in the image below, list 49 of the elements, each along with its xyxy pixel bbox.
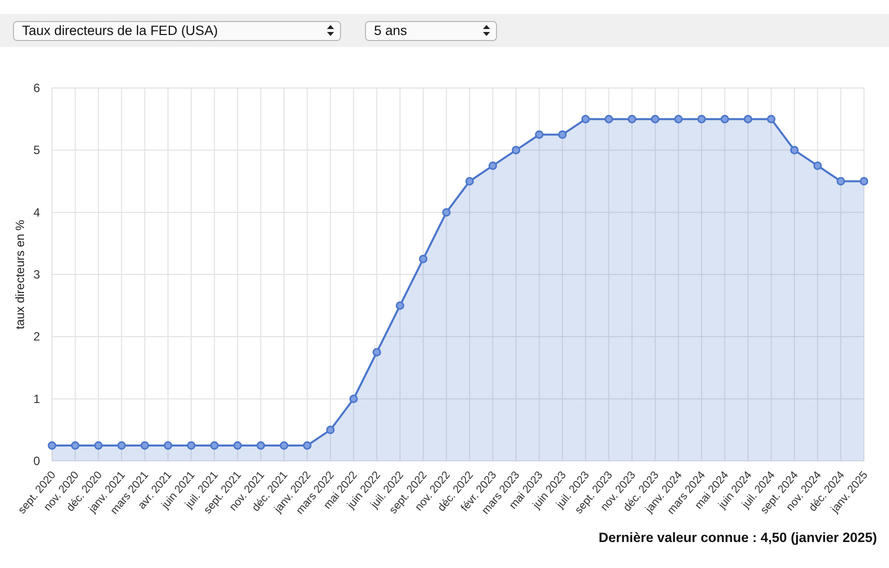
data-point — [442, 208, 451, 217]
data-point — [581, 114, 590, 124]
y-tick-label: 3 — [33, 268, 40, 282]
dropdown-select[interactable]: 5 ans — [365, 20, 497, 40]
data-point — [836, 177, 846, 186]
data-point — [813, 161, 822, 170]
data-point — [140, 441, 150, 450]
data-point — [558, 130, 567, 139]
data-point — [604, 114, 614, 124]
last-value-note: Dernière valeur connue : 4,50 (janvier 2025) — [598, 530, 877, 545]
data-point — [326, 426, 335, 434]
data-point — [302, 441, 312, 450]
y-tick-label: 0 — [33, 454, 40, 468]
data-point — [860, 177, 868, 186]
data-point — [697, 114, 706, 124]
data-point — [790, 146, 799, 154]
y-tick-label: 1 — [33, 392, 40, 406]
data-point — [117, 441, 126, 450]
data-point — [396, 301, 404, 310]
data-point — [48, 441, 56, 450]
data-point — [164, 441, 172, 450]
data-point — [512, 146, 520, 154]
data-point — [534, 130, 544, 139]
data-point — [280, 441, 288, 450]
y-axis-title: taux directeurs en % — [13, 220, 27, 330]
data-point — [210, 441, 219, 450]
y-tick-label: 6 — [33, 81, 40, 95]
data-point — [418, 254, 428, 264]
data-point — [94, 441, 103, 450]
data-point — [674, 114, 683, 124]
y-tick-label: 4 — [33, 205, 40, 220]
data-point — [650, 114, 660, 124]
data-point — [372, 348, 382, 356]
data-point — [70, 441, 80, 450]
data-point — [233, 441, 242, 450]
data-point — [256, 441, 266, 450]
data-point — [628, 114, 636, 124]
data-point — [488, 161, 498, 170]
data-point — [186, 441, 196, 450]
y-tick-label: 2 — [33, 330, 40, 344]
data-point — [766, 114, 776, 124]
data-point — [349, 394, 358, 404]
data-point — [465, 177, 474, 186]
updown-arrows-icon — [483, 25, 490, 36]
data-point — [744, 114, 752, 124]
data-point — [720, 114, 730, 124]
dropdown-select[interactable]: Taux directeurs de la FED (USA) — [13, 20, 341, 40]
updown-arrows-icon — [327, 25, 334, 36]
y-tick-label: 5 — [33, 143, 40, 158]
